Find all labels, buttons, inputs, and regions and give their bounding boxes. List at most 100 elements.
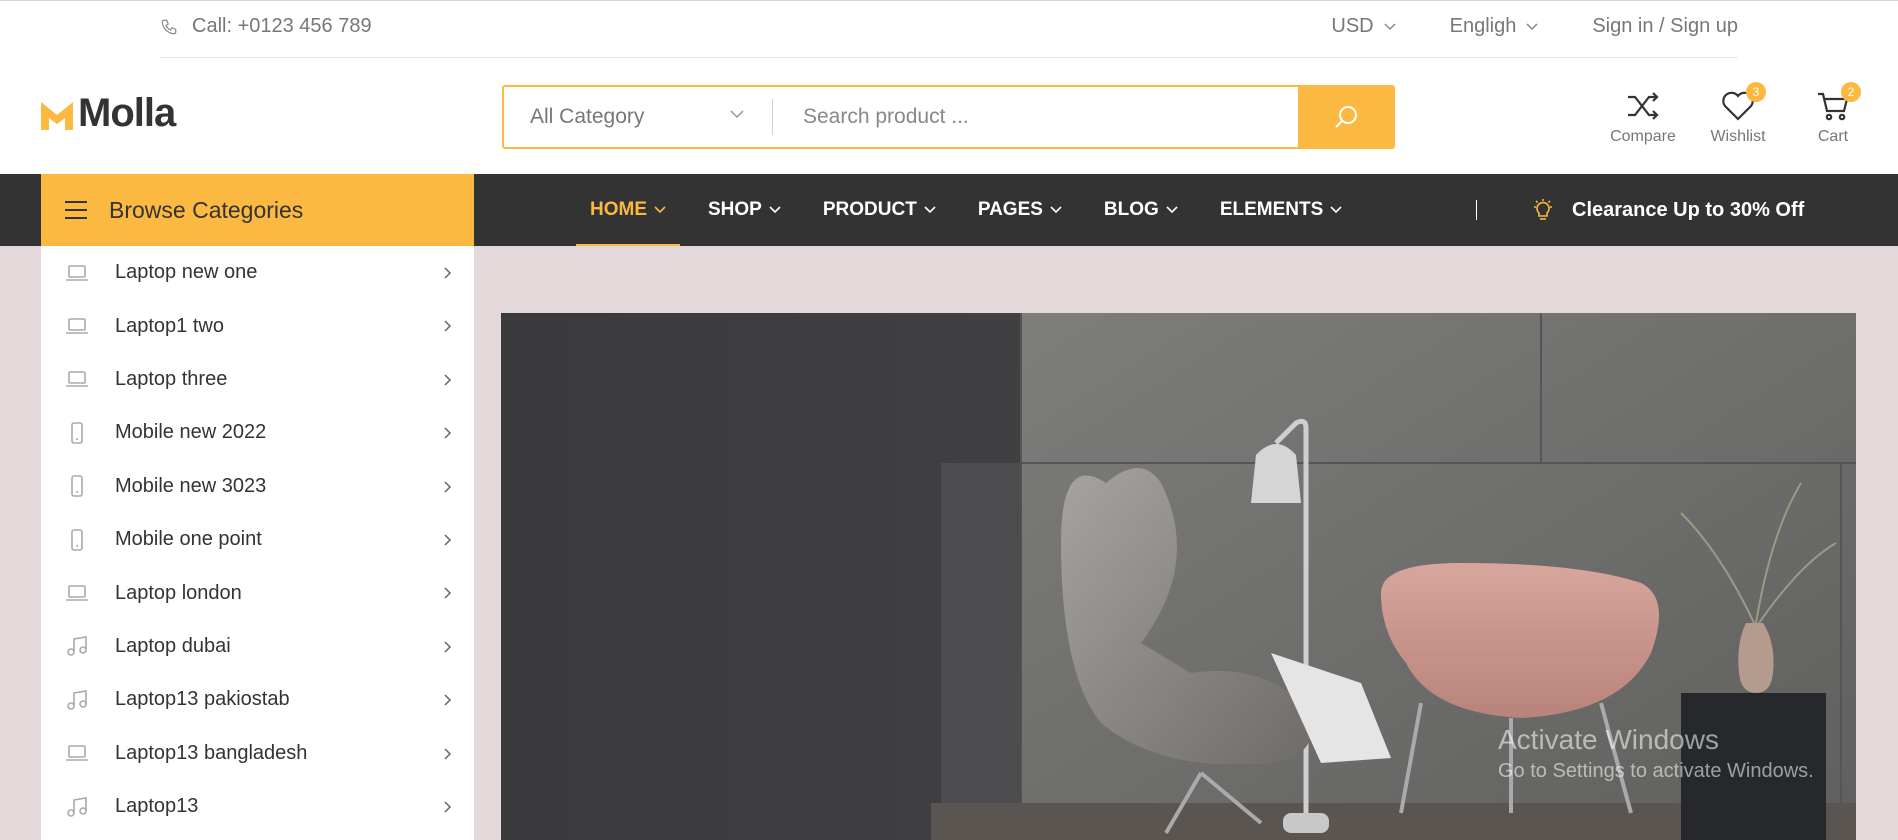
cart-count-badge: 2 bbox=[1841, 82, 1861, 102]
category-item[interactable]: Laptop dubai bbox=[41, 620, 474, 673]
category-item[interactable]: Laptop three bbox=[41, 353, 474, 406]
category-item-label: Laptop three bbox=[115, 367, 228, 390]
search-icon bbox=[1334, 106, 1357, 128]
nav-menu: HOME SHOP PRODUCT PAGES BLOG ELEMENTS bbox=[576, 174, 1370, 246]
mobile-icon bbox=[59, 422, 95, 444]
category-item[interactable]: Laptop london bbox=[41, 566, 474, 619]
watermark-title: Activate Windows bbox=[1498, 724, 1719, 755]
logo[interactable]: Molla bbox=[40, 91, 176, 136]
chevron-right-icon bbox=[444, 427, 452, 439]
music-icon bbox=[59, 635, 95, 657]
chevron-right-icon bbox=[444, 481, 452, 493]
call-info[interactable]: Call: +0123 456 789 bbox=[160, 15, 372, 38]
laptop-icon bbox=[59, 317, 95, 335]
chevron-right-icon bbox=[444, 374, 452, 386]
category-item[interactable]: Mobile one point bbox=[41, 513, 474, 566]
music-icon bbox=[59, 689, 95, 711]
nav-item-label: ELEMENTS bbox=[1219, 199, 1324, 220]
chevron-right-icon bbox=[444, 694, 452, 706]
wishlist-count-badge: 3 bbox=[1746, 82, 1766, 102]
chevron-down-icon bbox=[1384, 22, 1396, 30]
header: Molla All Category Compare 3 Wishlist bbox=[0, 58, 1898, 174]
nav-item-label: SHOP bbox=[708, 199, 762, 220]
nav-item-home[interactable]: HOME bbox=[576, 174, 680, 246]
browse-categories-label: Browse Categories bbox=[109, 196, 304, 223]
currency-label: USD bbox=[1331, 15, 1374, 37]
call-text: Call: +0123 456 789 bbox=[192, 15, 372, 37]
chevron-right-icon bbox=[444, 801, 452, 813]
category-item-label: Laptop london bbox=[115, 581, 242, 604]
nav-item-label: PRODUCT bbox=[822, 199, 917, 220]
watermark-subtitle: Go to Settings to activate Windows. bbox=[1498, 760, 1814, 782]
cart-button[interactable]: 2 Cart bbox=[1788, 82, 1878, 146]
chevron-down-icon bbox=[1330, 206, 1342, 214]
compare-button[interactable]: Compare bbox=[1598, 86, 1688, 146]
search-bar: All Category bbox=[502, 85, 1395, 149]
laptop-icon bbox=[59, 744, 95, 762]
browse-categories-button[interactable]: Browse Categories bbox=[41, 174, 474, 246]
category-item[interactable]: Laptop13 bangladesh bbox=[41, 727, 474, 780]
laptop-icon bbox=[59, 264, 95, 282]
currency-dropdown[interactable]: USD bbox=[1331, 15, 1396, 38]
nav-item-pages[interactable]: PAGES bbox=[964, 174, 1076, 246]
chevron-down-icon bbox=[1166, 206, 1178, 214]
wishlist-button[interactable]: 3 Wishlist bbox=[1693, 82, 1783, 146]
chevron-right-icon bbox=[444, 267, 452, 279]
category-item-label: Laptop13 pakiostab bbox=[115, 688, 290, 711]
nav-item-label: HOME bbox=[590, 199, 647, 220]
chevron-down-icon bbox=[1526, 22, 1538, 30]
chevron-down-icon bbox=[654, 206, 666, 214]
mobile-icon bbox=[59, 475, 95, 498]
clearance-promo[interactable]: Clearance Up to 30% Off bbox=[1532, 174, 1804, 246]
lightbulb-icon bbox=[1534, 199, 1552, 220]
chevron-right-icon bbox=[444, 747, 452, 760]
sign-in-link[interactable]: Sign in / Sign up bbox=[1592, 15, 1738, 38]
chevron-down-icon bbox=[769, 206, 781, 214]
nav-item-product[interactable]: PRODUCT bbox=[809, 174, 950, 246]
category-select[interactable]: All Category bbox=[504, 87, 772, 147]
search-button[interactable] bbox=[1298, 87, 1393, 147]
category-select-label: All Category bbox=[530, 105, 645, 128]
nav-item-shop[interactable]: SHOP bbox=[694, 174, 795, 246]
chevron-down-icon bbox=[924, 206, 936, 214]
nav-item-label: PAGES bbox=[977, 199, 1043, 220]
chevron-right-icon bbox=[444, 641, 452, 653]
category-item-label: Mobile new 2022 bbox=[115, 421, 267, 444]
shuffle-icon bbox=[1628, 92, 1659, 120]
language-label: Engligh bbox=[1449, 15, 1517, 37]
category-sidebar: Laptop new one Laptop1 two Laptop three Mob… bbox=[41, 246, 474, 840]
category-item-label: Laptop dubai bbox=[115, 634, 231, 657]
chevron-down-icon bbox=[730, 110, 744, 119]
language-dropdown[interactable]: Engligh bbox=[1450, 15, 1539, 38]
nav-item-label: BLOG bbox=[1103, 199, 1159, 220]
category-item-label: Mobile one point bbox=[115, 528, 262, 551]
chevron-right-icon bbox=[444, 534, 452, 546]
category-item[interactable]: Mobile new 3023 bbox=[41, 460, 474, 513]
music-icon bbox=[59, 796, 95, 818]
clearance-promo-text: Clearance Up to 30% Off bbox=[1572, 198, 1805, 221]
laptop-icon bbox=[59, 370, 95, 388]
nav-item-elements[interactable]: ELEMENTS bbox=[1206, 174, 1356, 246]
top-bar: Call: +0123 456 789 USD Engligh Sign in … bbox=[0, 0, 1898, 58]
logo-text: Molla bbox=[78, 91, 176, 135]
category-item-label: Laptop1 two bbox=[115, 314, 224, 337]
nav-item-blog[interactable]: BLOG bbox=[1090, 174, 1192, 246]
cart-label: Cart bbox=[1817, 128, 1849, 145]
laptop-icon bbox=[59, 584, 95, 602]
category-item[interactable]: Laptop13 pakiostab bbox=[41, 673, 474, 726]
category-item[interactable]: Mobile new 2022 bbox=[41, 406, 474, 459]
chevron-right-icon bbox=[444, 587, 452, 599]
category-item[interactable]: Laptop new one bbox=[41, 246, 474, 299]
category-item-label: Laptop13 bbox=[115, 795, 199, 818]
wishlist-label: Wishlist bbox=[1710, 128, 1766, 145]
main-navigation: Browse Categories HOME SHOP PRODUCT PAGE… bbox=[0, 174, 1898, 246]
search-input[interactable] bbox=[773, 87, 1298, 147]
mobile-icon bbox=[59, 528, 95, 551]
category-item-label: Laptop13 bangladesh bbox=[115, 741, 308, 764]
category-item[interactable]: Laptop1 two bbox=[41, 299, 474, 352]
category-item[interactable]: Laptop13 bbox=[41, 780, 474, 833]
nav-divider bbox=[1476, 200, 1477, 220]
category-item-label: Mobile new 3023 bbox=[115, 474, 267, 497]
logo-mark-icon bbox=[41, 101, 73, 130]
windows-activation-watermark: Activate Windows Go to Settings to activ… bbox=[1498, 724, 1814, 783]
